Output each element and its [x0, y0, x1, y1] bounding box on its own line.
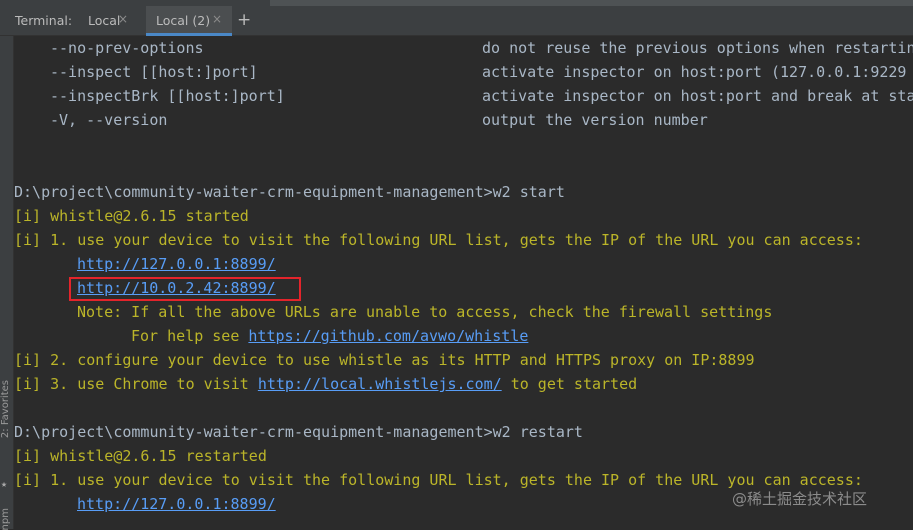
command-line: D:\project\community-waiter-crm-equipmen…	[14, 420, 583, 444]
new-tab-plus-icon[interactable]: +	[237, 10, 251, 30]
log-line: [i] 1. use your device to visit the foll…	[14, 231, 863, 249]
shell-prompt: D:\project\community-waiter-crm-equipmen…	[14, 423, 493, 441]
help-description: activate inspector on host:port and brea…	[482, 87, 913, 105]
terminal-tab-bar: Terminal: Local × Local (2) × +	[0, 6, 913, 36]
npm-tool-button[interactable]: npm	[0, 508, 11, 530]
terminal-label: Terminal:	[15, 13, 73, 28]
help-option: --inspectBrk [[host:]port]	[50, 87, 285, 105]
url-link[interactable]: http://127.0.0.1:8899/	[77, 492, 276, 516]
highlight-box	[69, 277, 301, 301]
log-line: [i] 3. use Chrome to visit http://local.…	[14, 372, 637, 396]
help-description: activate inspector on host:port (127.0.0…	[482, 63, 913, 81]
favorites-tool-button[interactable]: 2: Favorites	[0, 380, 11, 438]
github-link[interactable]: https://github.com/avwo/whistle	[248, 327, 528, 345]
help-option: -V, --version	[50, 111, 168, 129]
log-line: [i] whistle@2.6.15 started	[14, 207, 249, 225]
help-option: --inspect [[host:]port]	[50, 63, 258, 81]
url-link[interactable]: http://127.0.0.1:8899/	[77, 252, 276, 276]
command-line: D:\project\community-waiter-crm-equipmen…	[14, 180, 565, 204]
help-option: --no-prev-options	[50, 39, 204, 57]
local-whistle-link[interactable]: http://local.whistlejs.com/	[258, 375, 502, 393]
shell-prompt: D:\project\community-waiter-crm-equipmen…	[14, 183, 493, 201]
help-description: output the version number	[482, 111, 708, 129]
tab-local-2[interactable]: Local (2) ×	[146, 6, 232, 36]
star-icon: ★	[1, 479, 8, 490]
help-prefix: For help see	[131, 327, 249, 345]
tab-local[interactable]: Local ×	[78, 6, 144, 35]
watermark: @稀土掘金技术社区	[732, 490, 868, 508]
log-line: [i] whistle@2.6.15 restarted	[14, 447, 267, 465]
command-text: w2 restart	[492, 423, 583, 441]
command-text: w2 start	[492, 183, 565, 201]
terminal-output[interactable]: --no-prev-options do not reuse the previ…	[14, 36, 913, 529]
log-line: [i] 2. configure your device to use whis…	[14, 351, 755, 369]
help-line: For help see https://github.com/avwo/whi…	[131, 324, 528, 348]
left-tool-strip: 2: Favorites ★ npm	[0, 36, 14, 530]
close-icon[interactable]: ×	[118, 12, 128, 26]
help-description: do not reuse the previous options when r…	[482, 39, 913, 57]
log-line: Note: If all the above URLs are unable t…	[77, 303, 773, 321]
tab-title: Local (2)	[156, 13, 211, 28]
close-icon[interactable]: ×	[212, 12, 222, 26]
step3-suffix: to get started	[501, 375, 638, 393]
step3-prefix: [i] 3. use Chrome to visit	[14, 375, 258, 393]
tab-title: Local	[88, 13, 121, 28]
